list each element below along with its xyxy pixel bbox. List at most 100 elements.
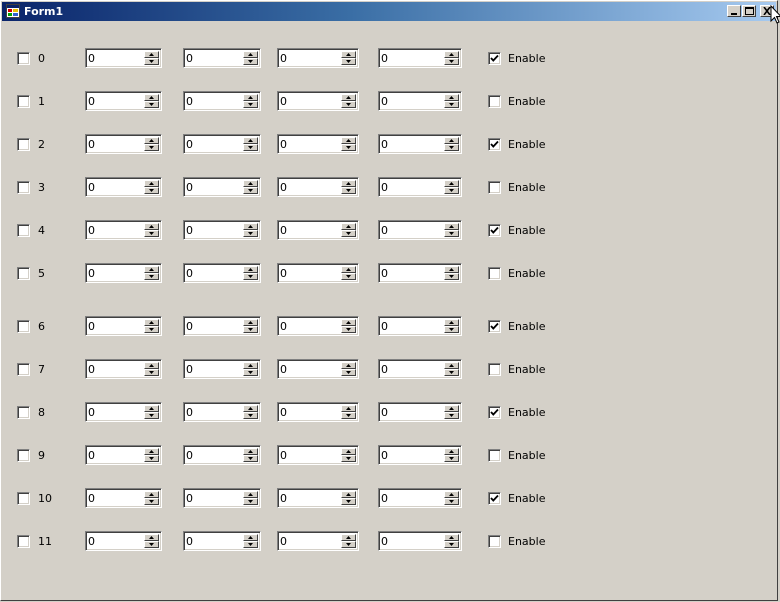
- numeric-up-down[interactable]: [183, 531, 261, 551]
- spin-down-button[interactable]: [341, 58, 356, 65]
- numeric-value-input[interactable]: [280, 180, 339, 194]
- spin-down-button[interactable]: [243, 541, 258, 548]
- spin-buttons[interactable]: [444, 180, 459, 194]
- numeric-value-input[interactable]: [280, 94, 339, 108]
- spin-up-button[interactable]: [444, 51, 459, 58]
- spin-buttons[interactable]: [444, 534, 459, 548]
- spin-buttons[interactable]: [444, 491, 459, 505]
- spin-down-button[interactable]: [341, 541, 356, 548]
- numeric-value-input[interactable]: [88, 534, 142, 548]
- spin-up-button[interactable]: [144, 180, 159, 187]
- enable-checkbox[interactable]: [488, 138, 501, 151]
- numeric-up-down[interactable]: [85, 488, 162, 508]
- spin-buttons[interactable]: [144, 180, 159, 194]
- spin-down-button[interactable]: [243, 101, 258, 108]
- enable-checkbox[interactable]: [488, 363, 501, 376]
- numeric-value-input[interactable]: [381, 223, 442, 237]
- numeric-up-down[interactable]: [85, 220, 162, 240]
- row-select-checkbox[interactable]: [17, 181, 30, 194]
- spin-buttons[interactable]: [444, 51, 459, 65]
- numeric-value-input[interactable]: [280, 362, 339, 376]
- numeric-up-down[interactable]: [378, 531, 462, 551]
- numeric-value-input[interactable]: [381, 448, 442, 462]
- spin-up-button[interactable]: [444, 94, 459, 101]
- spin-down-button[interactable]: [144, 498, 159, 505]
- spin-buttons[interactable]: [243, 51, 258, 65]
- spin-buttons[interactable]: [144, 51, 159, 65]
- numeric-up-down[interactable]: [277, 316, 359, 336]
- numeric-value-input[interactable]: [280, 534, 339, 548]
- row-select-checkbox[interactable]: [17, 363, 30, 376]
- spin-buttons[interactable]: [341, 491, 356, 505]
- spin-buttons[interactable]: [243, 405, 258, 419]
- numeric-value-input[interactable]: [381, 362, 442, 376]
- numeric-value-input[interactable]: [381, 180, 442, 194]
- numeric-value-input[interactable]: [88, 94, 142, 108]
- enable-checkbox[interactable]: [488, 320, 501, 333]
- spin-down-button[interactable]: [243, 412, 258, 419]
- spin-up-button[interactable]: [341, 534, 356, 541]
- spin-down-button[interactable]: [341, 326, 356, 333]
- spin-down-button[interactable]: [341, 369, 356, 376]
- row-select-checkbox[interactable]: [17, 492, 30, 505]
- spin-up-button[interactable]: [144, 405, 159, 412]
- enable-checkbox[interactable]: [488, 95, 501, 108]
- numeric-value-input[interactable]: [186, 534, 241, 548]
- spin-buttons[interactable]: [444, 362, 459, 376]
- numeric-up-down[interactable]: [277, 359, 359, 379]
- row-select-checkbox[interactable]: [17, 406, 30, 419]
- row-select-checkbox[interactable]: [17, 267, 30, 280]
- numeric-up-down[interactable]: [183, 91, 261, 111]
- spin-up-button[interactable]: [243, 405, 258, 412]
- spin-down-button[interactable]: [444, 455, 459, 462]
- spin-down-button[interactable]: [444, 101, 459, 108]
- numeric-up-down[interactable]: [277, 445, 359, 465]
- spin-up-button[interactable]: [341, 405, 356, 412]
- numeric-up-down[interactable]: [378, 220, 462, 240]
- numeric-up-down[interactable]: [183, 488, 261, 508]
- numeric-up-down[interactable]: [277, 263, 359, 283]
- spin-down-button[interactable]: [341, 455, 356, 462]
- spin-down-button[interactable]: [341, 498, 356, 505]
- spin-down-button[interactable]: [444, 541, 459, 548]
- spin-up-button[interactable]: [444, 319, 459, 326]
- spin-buttons[interactable]: [144, 448, 159, 462]
- spin-up-button[interactable]: [243, 319, 258, 326]
- numeric-value-input[interactable]: [280, 405, 339, 419]
- numeric-up-down[interactable]: [183, 316, 261, 336]
- spin-down-button[interactable]: [144, 101, 159, 108]
- numeric-up-down[interactable]: [183, 402, 261, 422]
- spin-buttons[interactable]: [243, 534, 258, 548]
- spin-up-button[interactable]: [341, 223, 356, 230]
- spin-up-button[interactable]: [341, 448, 356, 455]
- spin-up-button[interactable]: [144, 94, 159, 101]
- spin-down-button[interactable]: [144, 326, 159, 333]
- spin-up-button[interactable]: [144, 137, 159, 144]
- numeric-up-down[interactable]: [85, 48, 162, 68]
- numeric-up-down[interactable]: [85, 402, 162, 422]
- numeric-value-input[interactable]: [381, 534, 442, 548]
- spin-up-button[interactable]: [144, 534, 159, 541]
- spin-down-button[interactable]: [243, 326, 258, 333]
- numeric-value-input[interactable]: [186, 94, 241, 108]
- spin-down-button[interactable]: [444, 230, 459, 237]
- numeric-value-input[interactable]: [186, 405, 241, 419]
- spin-buttons[interactable]: [341, 362, 356, 376]
- numeric-value-input[interactable]: [88, 448, 142, 462]
- row-select-checkbox[interactable]: [17, 95, 30, 108]
- title-bar[interactable]: Form1: [2, 2, 776, 21]
- spin-up-button[interactable]: [144, 223, 159, 230]
- numeric-up-down[interactable]: [378, 402, 462, 422]
- numeric-value-input[interactable]: [88, 223, 142, 237]
- spin-down-button[interactable]: [144, 230, 159, 237]
- numeric-value-input[interactable]: [88, 491, 142, 505]
- spin-up-button[interactable]: [341, 137, 356, 144]
- row-select-checkbox[interactable]: [17, 535, 30, 548]
- numeric-up-down[interactable]: [183, 177, 261, 197]
- spin-buttons[interactable]: [243, 448, 258, 462]
- numeric-up-down[interactable]: [183, 263, 261, 283]
- spin-buttons[interactable]: [243, 491, 258, 505]
- row-select-checkbox[interactable]: [17, 52, 30, 65]
- spin-down-button[interactable]: [444, 58, 459, 65]
- spin-buttons[interactable]: [243, 180, 258, 194]
